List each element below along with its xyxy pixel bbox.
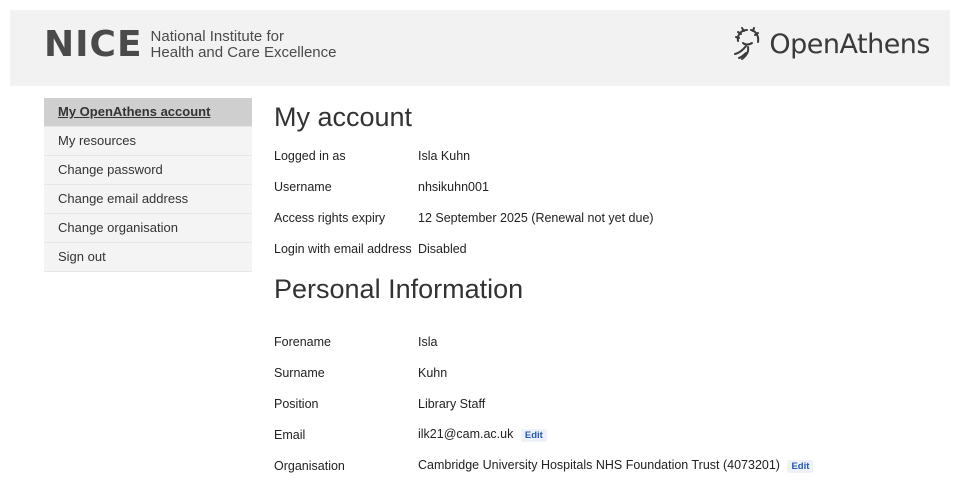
email-value: ilk21@cam.ac.uk <box>418 427 514 441</box>
nice-logo[interactable]: NICE National Institute for Health and C… <box>44 24 337 65</box>
nice-logo-word: NICE <box>44 24 143 65</box>
sidebar-item-change-email-address[interactable]: Change email address <box>44 185 252 214</box>
account-row-login-with-email: Login with email address Disabled <box>274 233 954 264</box>
account-sidebar: My OpenAthens account My resources Chang… <box>44 98 252 272</box>
personal-row-position: Position Library Staff <box>274 388 954 419</box>
field-value: Library Staff <box>418 396 486 411</box>
nice-logo-subtitle: National Institute for Health and Care E… <box>151 29 337 61</box>
sidebar-item-my-openathens-account[interactable]: My OpenAthens account <box>44 98 252 127</box>
field-label: Position <box>274 396 319 411</box>
sidebar-item-my-resources[interactable]: My resources <box>44 127 252 156</box>
edit-email-button[interactable]: Edit <box>520 429 547 442</box>
openathens-logo[interactable]: OpenAthens <box>729 24 930 64</box>
account-row-access-rights-expiry: Access rights expiry 12 September 2025 (… <box>274 202 954 233</box>
field-value: 12 September 2025 (Renewal not yet due) <box>418 210 654 225</box>
field-label: Surname <box>274 365 325 380</box>
field-label: Email <box>274 427 306 442</box>
field-value: ilk21@cam.ac.uk Edit <box>418 427 954 442</box>
field-label: Forename <box>274 334 331 349</box>
organisation-value: Cambridge University Hospitals NHS Found… <box>418 458 780 472</box>
openathens-brand: OpenAthens <box>769 28 930 60</box>
field-label: Login with email address <box>274 241 412 256</box>
field-label: Username <box>274 179 332 194</box>
main-content: My account Logged in as Isla Kuhn Userna… <box>274 100 954 481</box>
edit-organisation-button[interactable]: Edit <box>787 460 814 473</box>
openathens-emblem-icon <box>734 27 760 60</box>
site-header: NICE National Institute for Health and C… <box>10 10 950 86</box>
sidebar-item-change-organisation[interactable]: Change organisation <box>44 214 252 243</box>
field-label: Organisation <box>274 458 345 473</box>
my-account-heading: My account <box>274 102 413 132</box>
field-value: Isla <box>418 334 438 349</box>
field-value: nhsikuhn001 <box>418 179 489 194</box>
field-label: Logged in as <box>274 148 346 163</box>
field-value: Disabled <box>418 241 467 256</box>
field-value: Cambridge University Hospitals NHS Found… <box>418 458 954 473</box>
personal-row-organisation: Organisation Cambridge University Hospit… <box>274 450 954 481</box>
account-row-username: Username nhsikuhn001 <box>274 171 954 202</box>
field-value: Kuhn <box>418 365 448 380</box>
nice-line-2: Health and Care Excellence <box>150 44 337 61</box>
personal-row-surname: Surname Kuhn <box>274 357 954 388</box>
personal-row-email: Email ilk21@cam.ac.uk Edit <box>274 419 954 450</box>
sidebar-item-sign-out[interactable]: Sign out <box>44 243 252 272</box>
personal-information-heading: Personal Information <box>274 274 524 304</box>
nice-line-1: National Institute for <box>150 28 284 45</box>
sidebar-item-change-password[interactable]: Change password <box>44 156 252 185</box>
personal-row-forename: Forename Isla <box>274 326 954 357</box>
field-label: Access rights expiry <box>274 210 386 225</box>
field-value: Isla Kuhn <box>418 148 471 163</box>
account-row-logged-in-as: Logged in as Isla Kuhn <box>274 140 954 171</box>
